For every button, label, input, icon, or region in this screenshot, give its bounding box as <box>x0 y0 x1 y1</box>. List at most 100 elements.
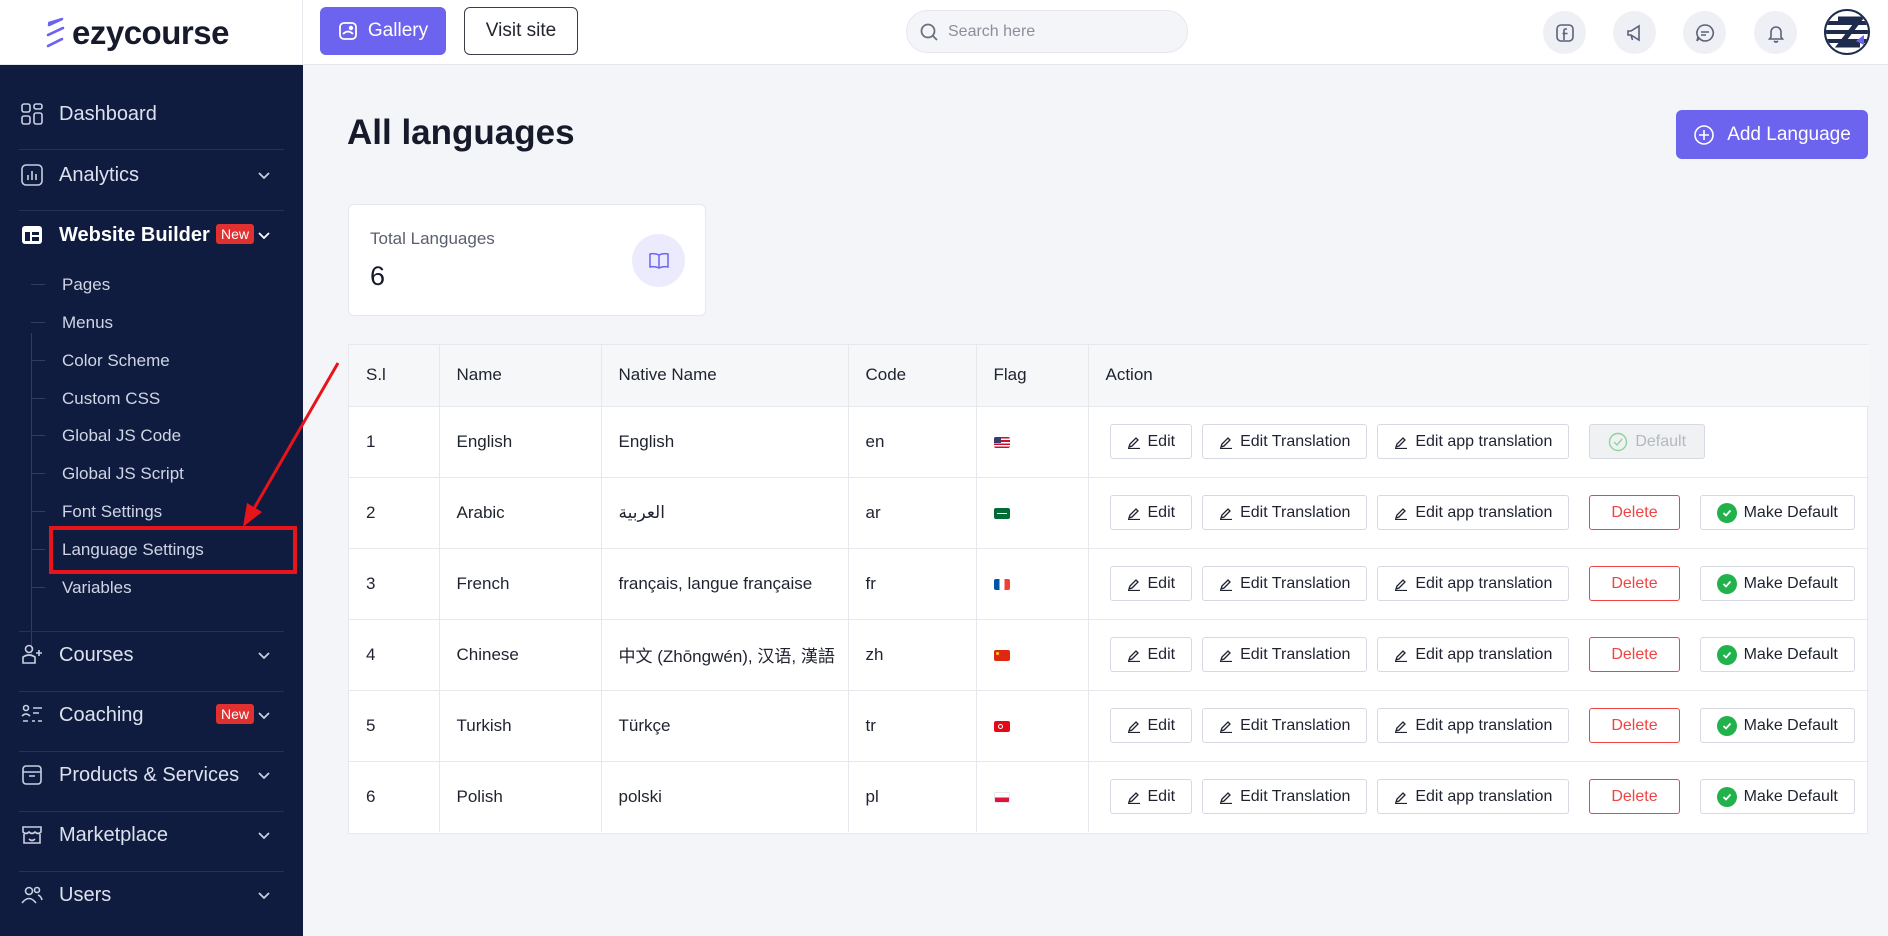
table-row: 4 Chinese 中文 (Zhōngwén), 汉语, 漢語 zh Edit … <box>349 619 1869 691</box>
column-header-action: Action <box>1088 345 1869 407</box>
search-input[interactable] <box>948 22 1168 41</box>
pencil-icon <box>1395 649 1408 662</box>
notifications-button[interactable] <box>1754 11 1797 54</box>
make-default-button[interactable]: Make Default <box>1699 779 1855 815</box>
sidebar-item-marketplace[interactable]: Marketplace <box>0 805 303 865</box>
annotation-highlight-box <box>49 526 297 574</box>
sidebar-item-dashboard[interactable]: Dashboard <box>0 84 303 144</box>
cell-native-name: العربية <box>601 477 849 549</box>
make-default-button[interactable]: Make Default <box>1699 566 1855 601</box>
sidebar-item-users[interactable]: Users <box>0 865 303 925</box>
gallery-button[interactable]: Gallery <box>320 7 446 55</box>
make-default-button[interactable]: Make Default <box>1699 708 1855 743</box>
delete-button[interactable]: Delete <box>1589 779 1680 815</box>
edit-app-translation-button[interactable]: Edit app translation <box>1377 424 1570 459</box>
column-header-name: Name <box>439 345 602 407</box>
logo-mark-icon <box>46 17 65 47</box>
brand-logo[interactable]: ezycourse <box>0 0 303 65</box>
edit-translation-button[interactable]: Edit Translation <box>1202 566 1368 601</box>
cell-name: Arabic <box>439 477 602 549</box>
edit-app-translation-button[interactable]: Edit app translation <box>1377 779 1570 815</box>
cell-flag <box>976 690 1089 762</box>
tr-flag-icon <box>993 720 1010 732</box>
submenu-item-custom-css[interactable]: Custom CSS <box>30 382 160 416</box>
chevron-down-icon <box>258 652 270 660</box>
visit-site-button[interactable]: Visit site <box>464 7 578 55</box>
cell-flag <box>976 619 1089 691</box>
chevron-down-icon <box>258 172 270 180</box>
delete-button[interactable]: Delete <box>1589 495 1680 530</box>
sidebar: Dashboard Analytics Website Builder New … <box>0 65 303 936</box>
sidebar-item-analytics[interactable]: Analytics <box>0 145 303 205</box>
stat-label: Total Languages <box>370 229 495 248</box>
pencil-icon <box>1127 720 1140 733</box>
delete-button[interactable]: Delete <box>1589 566 1680 601</box>
edit-button[interactable]: Edit <box>1109 566 1193 601</box>
pencil-icon <box>1220 720 1233 733</box>
sidebar-item-products-services[interactable]: Products & Services <box>0 745 303 805</box>
edit-app-translation-button[interactable]: Edit app translation <box>1377 495 1570 530</box>
add-language-button[interactable]: Add Language <box>1676 110 1868 159</box>
sidebar-item-courses[interactable]: Courses <box>0 625 303 685</box>
cell-sl: 6 <box>349 761 440 832</box>
submenu-item-variables[interactable]: Variables <box>31 571 132 605</box>
make-default-button[interactable]: Make Default <box>1699 637 1855 672</box>
cell-flag <box>976 477 1089 549</box>
submenu-item-global-js-script[interactable]: Global JS Script <box>31 457 184 491</box>
edit-button[interactable]: Edit <box>1109 495 1193 530</box>
edit-button[interactable]: Edit <box>1109 779 1193 815</box>
pencil-icon <box>1220 649 1233 662</box>
edit-translation-button[interactable]: Edit Translation <box>1202 495 1368 530</box>
edit-translation-button[interactable]: Edit Translation <box>1202 424 1368 459</box>
table-row: 2 Arabic العربية ar Edit Edit Translatio… <box>349 477 1869 549</box>
cell-flag <box>976 548 1089 620</box>
edit-app-translation-button[interactable]: Edit app translation <box>1377 637 1570 672</box>
edit-translation-button[interactable]: Edit Translation <box>1202 708 1368 743</box>
cell-name: Chinese <box>439 619 602 691</box>
products-icon <box>19 762 45 788</box>
total-languages-card: Total Languages 6 <box>348 204 706 316</box>
submenu-item-color-scheme[interactable]: Color Scheme <box>31 344 170 378</box>
edit-button[interactable]: Edit <box>1109 637 1193 672</box>
facebook-button[interactable] <box>1543 11 1586 54</box>
cell-sl: 1 <box>349 406 440 478</box>
submenu-item-menus[interactable]: Menus <box>30 306 113 340</box>
messages-button[interactable] <box>1683 11 1726 54</box>
table-row: 6 Polish polski pl Edit Edit Translation… <box>349 761 1869 832</box>
edit-app-translation-button[interactable]: Edit app translation <box>1377 566 1570 601</box>
edit-button[interactable]: Edit <box>1109 708 1193 743</box>
pencil-icon <box>1220 436 1233 449</box>
column-header-sl: S.l <box>349 345 440 407</box>
delete-button[interactable]: Delete <box>1589 708 1680 743</box>
chat-icon <box>1695 23 1714 42</box>
edit-button[interactable]: Edit <box>1109 424 1193 459</box>
chevron-down-icon <box>258 772 270 780</box>
megaphone-icon <box>1626 24 1640 41</box>
make-default-button[interactable]: Make Default <box>1699 495 1855 530</box>
user-avatar[interactable] <box>1824 9 1870 55</box>
table-row: 3 French français, langue française fr E… <box>349 548 1869 620</box>
search-bar[interactable] <box>906 10 1188 53</box>
pencil-icon <box>1220 507 1233 520</box>
submenu-item-global-js-code[interactable]: Global JS Code <box>30 419 181 453</box>
courses-icon <box>19 642 45 668</box>
submenu-item-font-settings[interactable]: Font Settings <box>30 495 162 529</box>
top-bar: ezycourse Gallery Visit site <box>0 0 1888 65</box>
cn-flag-icon <box>993 649 1010 661</box>
edit-app-translation-button[interactable]: Edit app translation <box>1377 708 1570 743</box>
sidebar-item-coaching[interactable]: Coaching New <box>0 685 303 745</box>
announcement-button[interactable] <box>1613 11 1656 54</box>
pencil-icon <box>1395 578 1408 591</box>
pencil-icon <box>1395 507 1408 520</box>
submenu-item-pages[interactable]: Pages <box>30 268 110 302</box>
cell-native-name: Türkçe <box>601 690 849 762</box>
edit-translation-button[interactable]: Edit Translation <box>1202 779 1368 815</box>
delete-button[interactable]: Delete <box>1589 637 1680 672</box>
edit-translation-button[interactable]: Edit Translation <box>1202 637 1368 672</box>
cell-code: en <box>848 406 977 478</box>
sidebar-item-website-builder[interactable]: Website Builder New <box>0 205 303 265</box>
cell-sl: 4 <box>349 619 440 691</box>
pencil-icon <box>1220 578 1233 591</box>
new-badge: New <box>216 704 255 724</box>
pencil-icon <box>1395 436 1408 449</box>
